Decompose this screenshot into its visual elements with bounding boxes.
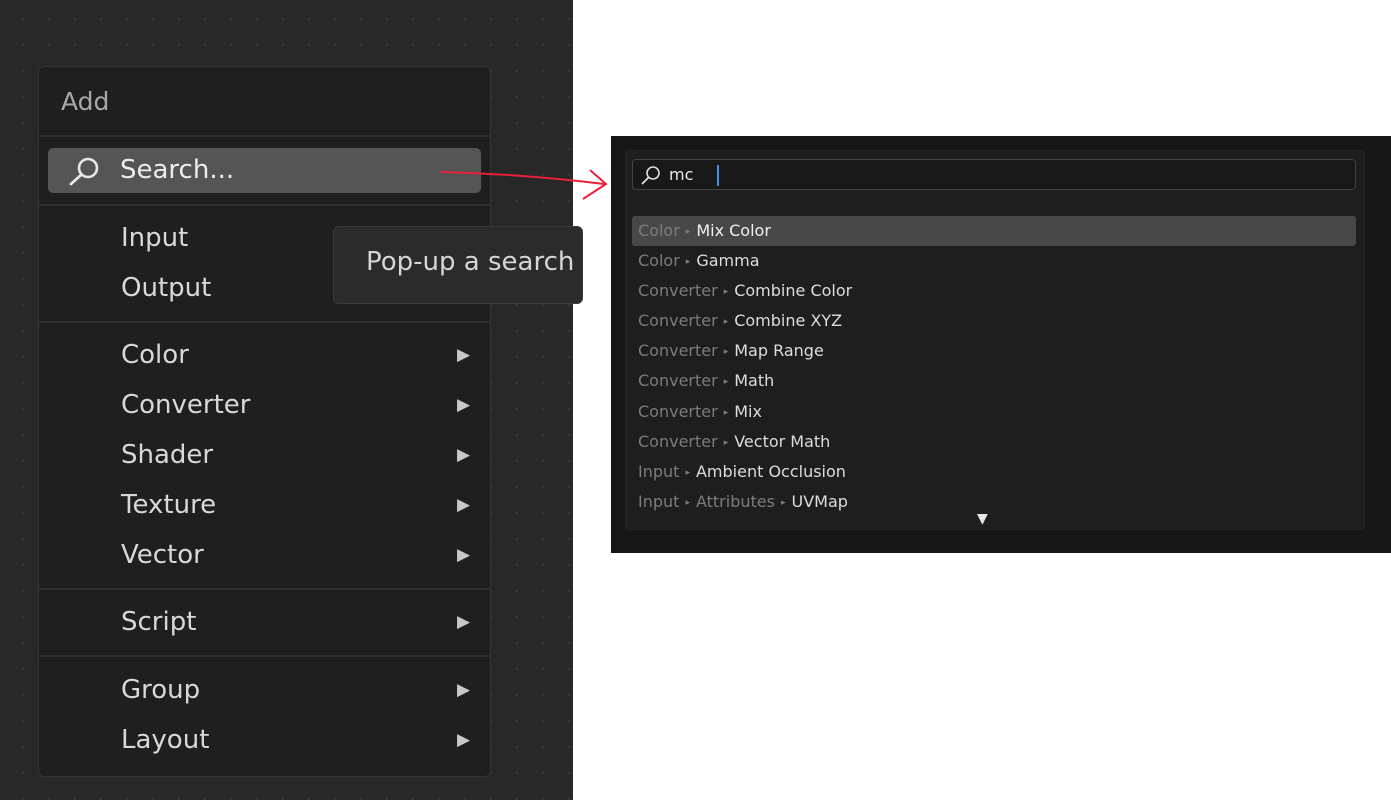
path-separator-icon: ▸ (780, 497, 786, 508)
result-category: Attributes (695, 491, 775, 511)
menu-item-label: Layout (121, 725, 210, 755)
search-result-row[interactable]: Input ▸ Attributes ▸ UVMap (632, 487, 1356, 517)
result-node-name: Math (734, 371, 775, 391)
menu-item-label: Color (121, 340, 189, 370)
menu-item-layout[interactable]: Layout ▶ (39, 718, 490, 766)
menu-item-label: Group (121, 675, 201, 705)
result-category: Converter (638, 311, 718, 331)
result-category: Converter (638, 401, 718, 421)
result-category: Converter (638, 281, 718, 301)
result-node-name: Combine Color (734, 281, 853, 301)
search-result-content: Color ▸ Gamma (638, 251, 760, 270)
search-field[interactable] (632, 159, 1356, 190)
path-separator-icon: ▸ (723, 287, 729, 298)
search-result-row[interactable]: Converter ▸ Combine Color (632, 276, 1356, 306)
path-separator-icon: ▸ (685, 467, 690, 478)
path-separator-icon: ▸ (685, 497, 690, 508)
submenu-arrow-icon: ▶ (457, 445, 471, 465)
text-caret (717, 165, 719, 186)
menu-item-label: Input (121, 223, 189, 253)
menu-item-group[interactable]: Group ▶ (39, 668, 490, 716)
path-separator-icon: ▸ (723, 347, 729, 358)
path-separator-icon: ▸ (685, 257, 691, 268)
search-result-content: Color ▸ Mix Color (638, 221, 771, 240)
search-popup-screenshot: Color ▸ Mix Color Color ▸ Gamma Converter ▸ Comb… (611, 136, 1391, 553)
menu-item-label: Script (121, 607, 197, 637)
path-separator-icon: ▸ (685, 227, 691, 237)
result-category: Color (638, 221, 680, 240)
search-result-row[interactable]: Color ▸ Gamma (632, 246, 1356, 276)
menu-item-vector[interactable]: Vector ▶ (39, 533, 490, 581)
search-result-content: Converter ▸ Vector Math (638, 432, 830, 451)
submenu-arrow-icon: ▶ (457, 345, 471, 365)
search-result-content: Converter ▸ Map Range (638, 341, 824, 360)
search-result-row[interactable]: Converter ▸ Math (632, 366, 1356, 396)
add-menu: Add Search... Input Output Color ▶ Conve… (38, 66, 491, 777)
result-node-name: Vector Math (734, 431, 831, 451)
menu-divider (39, 655, 490, 657)
search-result-content: Converter ▸ Combine Color (638, 281, 852, 300)
result-node-name: Mix Color (696, 221, 771, 240)
submenu-arrow-icon: ▶ (457, 395, 471, 415)
search-result-content: Input ▸ Ambient Occlusion (638, 462, 846, 481)
result-category: Converter (638, 431, 718, 451)
menu-item-color[interactable]: Color ▶ (39, 333, 490, 381)
add-menu-title: Add (61, 87, 110, 116)
menu-item-label: Output (121, 273, 212, 303)
submenu-arrow-icon: ▶ (457, 495, 471, 515)
result-category: Color (638, 251, 680, 271)
result-category: Converter (638, 371, 718, 391)
menu-divider (39, 204, 490, 206)
search-icon (641, 166, 660, 185)
result-node-name: UVMap (791, 491, 848, 511)
path-separator-icon: ▸ (723, 437, 729, 448)
search-results-list: Color ▸ Mix Color Color ▸ Gamma Converter ▸ Comb… (632, 216, 1356, 517)
search-result-row[interactable]: Converter ▸ Map Range (632, 336, 1356, 366)
search-result-content: Converter ▸ Combine XYZ (638, 311, 842, 330)
submenu-arrow-icon: ▶ (457, 730, 471, 750)
menu-item-shader[interactable]: Shader ▶ (39, 433, 490, 481)
menu-item-converter[interactable]: Converter ▶ (39, 383, 490, 431)
search-result-content: Input ▸ Attributes ▸ UVMap (638, 492, 848, 511)
menu-divider (39, 321, 490, 323)
menu-divider (39, 588, 490, 590)
menu-item-script[interactable]: Script ▶ (39, 600, 490, 648)
search-icon (69, 157, 99, 186)
path-separator-icon: ▸ (723, 407, 729, 418)
result-node-name: Mix (734, 401, 762, 421)
submenu-arrow-icon: ▶ (457, 612, 471, 632)
path-separator-icon: ▸ (723, 377, 729, 388)
search-result-row[interactable]: Converter ▸ Vector Math (632, 427, 1356, 457)
menu-item-label: Vector (121, 540, 204, 570)
search-tooltip: Pop-up a search (333, 226, 583, 304)
search-result-row[interactable]: Input ▸ Ambient Occlusion (632, 457, 1356, 487)
search-result-row[interactable]: Color ▸ Mix Color (632, 216, 1356, 247)
result-node-name: Ambient Occlusion (695, 461, 846, 481)
search-menu-button[interactable]: Search... (48, 148, 481, 193)
search-result-row[interactable]: Converter ▸ Mix (632, 397, 1356, 427)
result-node-name: Gamma (696, 251, 760, 271)
menu-item-label: Texture (121, 490, 217, 520)
search-result-content: Converter ▸ Mix (638, 402, 762, 421)
result-category: Input (638, 491, 680, 511)
search-menu-label: Search... (120, 155, 235, 185)
result-node-name: Combine XYZ (734, 311, 843, 331)
search-input[interactable] (669, 162, 1269, 187)
submenu-arrow-icon: ▶ (457, 545, 471, 565)
search-result-content: Converter ▸ Math (638, 371, 774, 390)
menu-item-label: Converter (121, 390, 251, 420)
scroll-down-icon[interactable]: ▼ (977, 511, 988, 527)
menu-item-texture[interactable]: Texture ▶ (39, 483, 490, 531)
submenu-arrow-icon: ▶ (457, 680, 471, 700)
tooltip-text: Pop-up a search (366, 247, 575, 277)
result-category: Converter (638, 341, 718, 361)
path-separator-icon: ▸ (723, 317, 729, 328)
menu-divider (39, 135, 490, 137)
result-node-name: Map Range (734, 341, 824, 361)
result-category: Input (638, 461, 680, 481)
menu-item-label: Shader (121, 440, 214, 470)
search-result-row[interactable]: Converter ▸ Combine XYZ (632, 306, 1356, 336)
